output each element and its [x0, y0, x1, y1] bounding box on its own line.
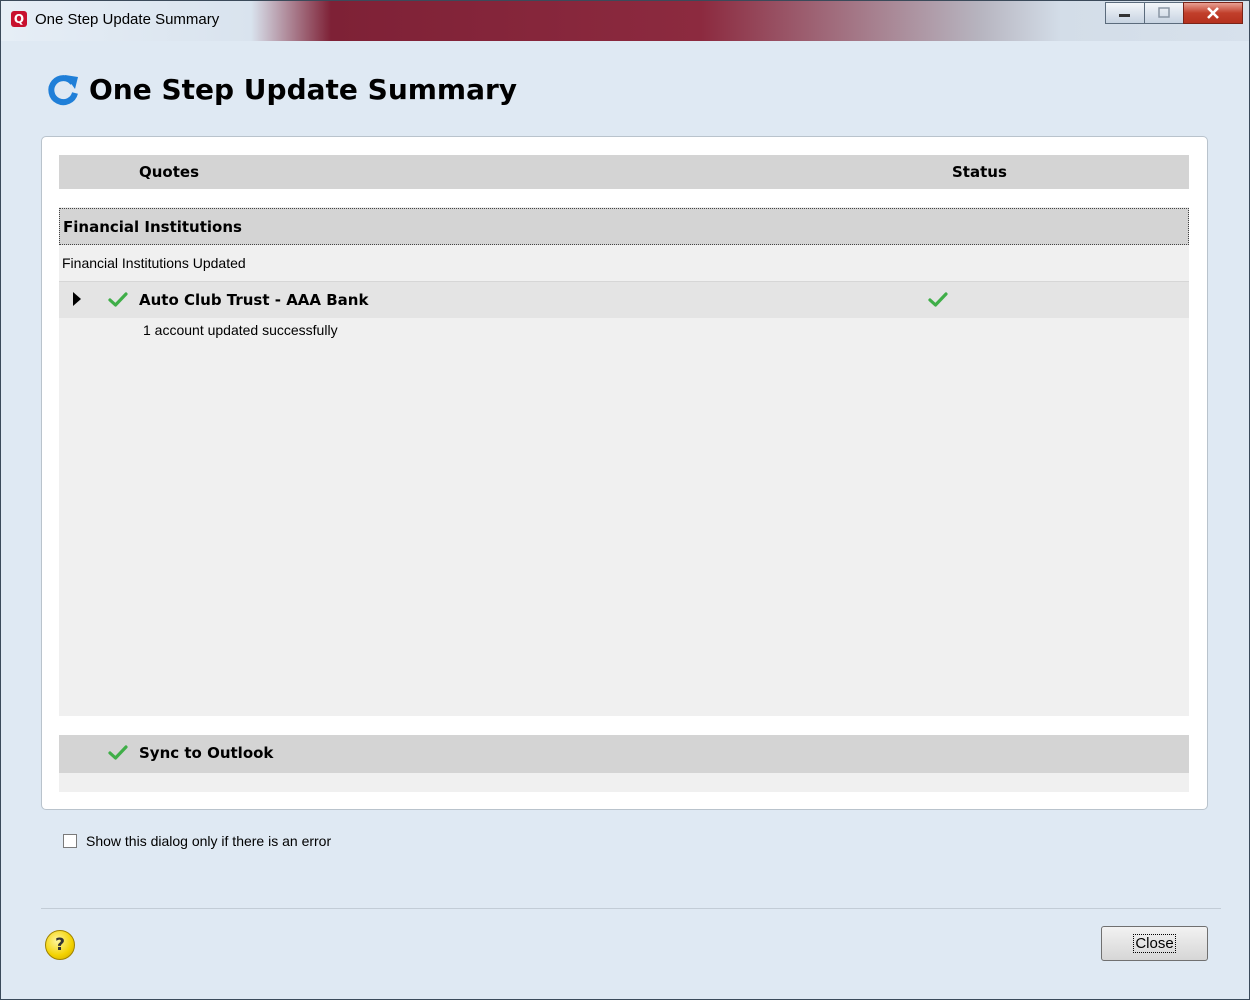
- column-header-status: Status: [952, 163, 1007, 181]
- group-title: Financial Institutions: [63, 218, 242, 236]
- table-header: Quotes Status: [59, 155, 1189, 189]
- page-title: One Step Update Summary: [89, 73, 518, 106]
- sync-to-outlook-row[interactable]: Sync to Outlook: [59, 735, 1189, 773]
- group-header-financial-institutions[interactable]: Financial Institutions: [59, 208, 1189, 245]
- column-header-quotes: Quotes: [139, 163, 200, 181]
- quicken-app-icon: Q: [11, 11, 27, 27]
- item-detail: 1 account updated successfully: [143, 322, 338, 338]
- minimize-icon: [1119, 14, 1130, 17]
- refresh-icon: [48, 75, 78, 106]
- close-icon: [1207, 7, 1219, 19]
- sync-detail-area: [59, 773, 1189, 792]
- expand-arrow-icon[interactable]: [73, 292, 81, 306]
- maximize-icon: [1158, 7, 1170, 18]
- dialog-window: Q One Step Update Summary One Step Updat…: [0, 0, 1250, 1000]
- institution-name: Auto Club Trust - AAA Bank: [139, 291, 369, 309]
- show-on-error-option[interactable]: Show this dialog only if there is an err…: [63, 833, 331, 849]
- window-title: One Step Update Summary: [35, 11, 220, 28]
- sync-label: Sync to Outlook: [139, 744, 274, 762]
- check-icon: [108, 292, 128, 307]
- minimize-button[interactable]: [1105, 2, 1145, 24]
- group-subtitle: Financial Institutions Updated: [62, 255, 246, 271]
- help-icon[interactable]: ?: [45, 930, 75, 960]
- maximize-button[interactable]: [1144, 2, 1184, 24]
- close-button[interactable]: Close: [1101, 926, 1208, 961]
- close-window-button[interactable]: [1183, 2, 1243, 24]
- show-on-error-checkbox[interactable]: [63, 834, 77, 848]
- title-bar[interactable]: Q One Step Update Summary: [1, 1, 1249, 41]
- window-controls: [1105, 2, 1243, 24]
- show-on-error-label[interactable]: Show this dialog only if there is an err…: [86, 833, 331, 849]
- close-button-label: Close: [1133, 934, 1176, 953]
- status-check-icon: [928, 292, 948, 307]
- list-item[interactable]: Auto Club Trust - AAA Bank: [59, 282, 1189, 318]
- footer-divider: [41, 908, 1221, 909]
- sync-check-icon: [108, 745, 128, 760]
